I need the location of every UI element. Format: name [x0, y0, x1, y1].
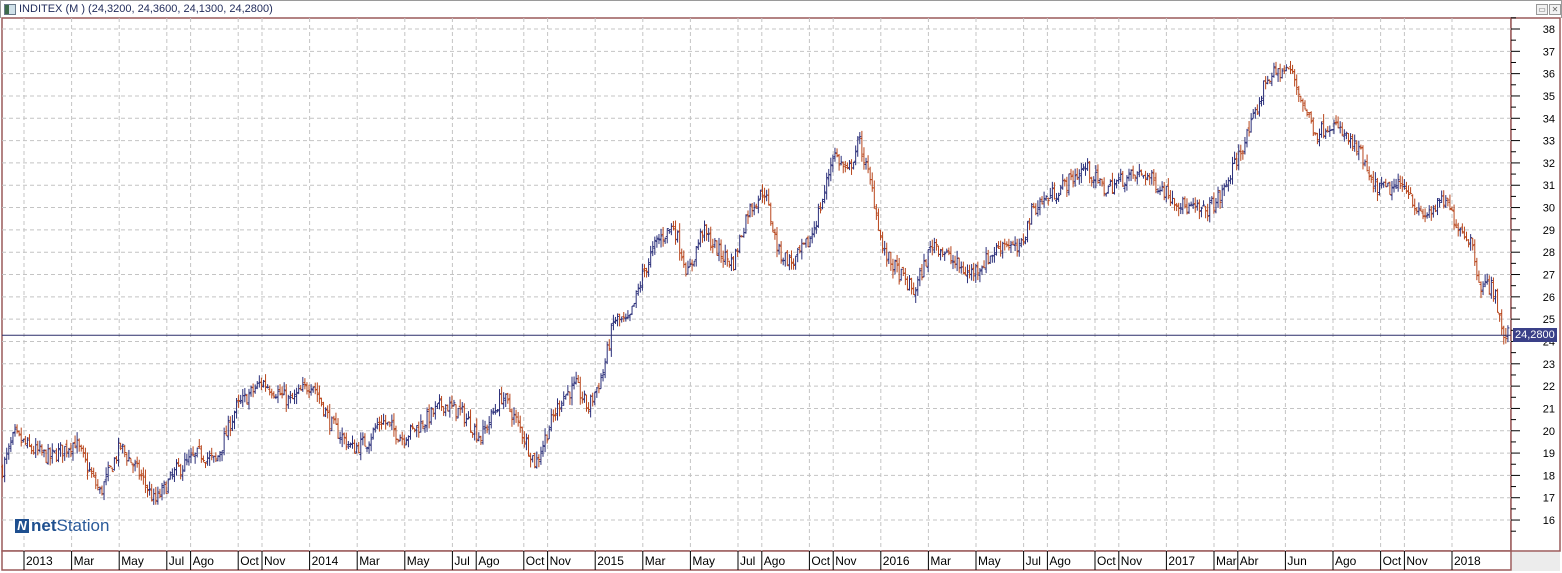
- x-tick-label: Oct: [1097, 554, 1116, 568]
- logo-text-bold: net: [31, 516, 57, 535]
- x-tick-label: 2015: [597, 554, 624, 568]
- corner-panel: [1512, 552, 1560, 571]
- x-tick-label: Oct: [526, 554, 545, 568]
- x-tick-label: Ago: [1335, 554, 1357, 568]
- y-tick-label: 23: [1543, 359, 1555, 371]
- x-tick-label: May: [692, 554, 715, 568]
- y-tick-label: 37: [1543, 46, 1555, 58]
- x-tick-label: Jul: [1026, 554, 1041, 568]
- y-tick-label: 36: [1543, 69, 1555, 81]
- y-tick-label: 25: [1543, 314, 1555, 326]
- x-tick-label: 2017: [1168, 554, 1195, 568]
- x-tick-label: Abr: [1240, 554, 1259, 568]
- y-tick-label: 38: [1543, 24, 1555, 36]
- x-tick-label: Nov: [1406, 554, 1427, 568]
- y-tick-label: 19: [1543, 448, 1555, 460]
- x-axis-panel: [1, 550, 1512, 571]
- x-tick-label: 2018: [1454, 554, 1481, 568]
- x-tick-label: Nov: [264, 554, 285, 568]
- y-tick-label: 33: [1543, 136, 1555, 148]
- x-tick-label: 2016: [883, 554, 910, 568]
- x-tick-label: Ago: [764, 554, 786, 568]
- y-tick-label: 22: [1543, 381, 1555, 393]
- x-tick-label: Ago: [1049, 554, 1071, 568]
- x-tick-label: 2014: [312, 554, 339, 568]
- y-tick-label: 21: [1543, 403, 1555, 415]
- x-tick-label: Ago: [193, 554, 215, 568]
- y-tick-label: 35: [1543, 91, 1555, 103]
- x-tick-label: May: [978, 554, 1001, 568]
- x-tick-label: Mar: [930, 554, 951, 568]
- x-tick-label: Oct: [1383, 554, 1402, 568]
- y-tick-label: 34: [1543, 113, 1555, 125]
- y-tick-label: 27: [1543, 270, 1555, 282]
- x-tick-label: Jul: [740, 554, 755, 568]
- x-tick-label: Nov: [835, 554, 856, 568]
- x-tick-label: 2013: [26, 554, 53, 568]
- x-tick-label: Mar: [645, 554, 666, 568]
- x-tick-label: Nov: [550, 554, 571, 568]
- x-tick-label: Mar: [74, 554, 95, 568]
- netstation-logo: N net Station: [15, 516, 109, 536]
- y-tick-label: 18: [1543, 470, 1555, 482]
- x-tick-label: Jun: [1287, 554, 1306, 568]
- netstation-logo-mark: N: [15, 519, 29, 533]
- x-tick-label: May: [121, 554, 144, 568]
- x-tick-label: Jul: [169, 554, 184, 568]
- y-tick-label: 26: [1543, 292, 1555, 304]
- last-price-label: 24,2800: [1513, 328, 1557, 342]
- y-tick-label: 17: [1543, 493, 1555, 505]
- x-tick-label: Mar: [1216, 554, 1237, 568]
- x-tick-label: May: [407, 554, 430, 568]
- price-chart[interactable]: 1617181920212223242526272829303132333435…: [0, 0, 1562, 573]
- logo-text: Station: [56, 516, 110, 535]
- y-tick-label: 30: [1543, 203, 1555, 215]
- x-tick-label: Ago: [478, 554, 500, 568]
- x-tick-label: Mar: [359, 554, 380, 568]
- y-tick-label: 20: [1543, 426, 1555, 438]
- plot-area: [1, 17, 1512, 552]
- y-tick-label: 31: [1543, 180, 1555, 192]
- y-tick-label: 29: [1543, 225, 1555, 237]
- x-tick-label: Oct: [811, 554, 830, 568]
- x-tick-label: Jul: [454, 554, 469, 568]
- y-tick-label: 32: [1543, 158, 1555, 170]
- y-tick-label: 16: [1543, 515, 1555, 527]
- x-tick-label: Oct: [240, 554, 259, 568]
- x-tick-label: Nov: [1121, 554, 1142, 568]
- y-tick-label: 28: [1543, 247, 1555, 259]
